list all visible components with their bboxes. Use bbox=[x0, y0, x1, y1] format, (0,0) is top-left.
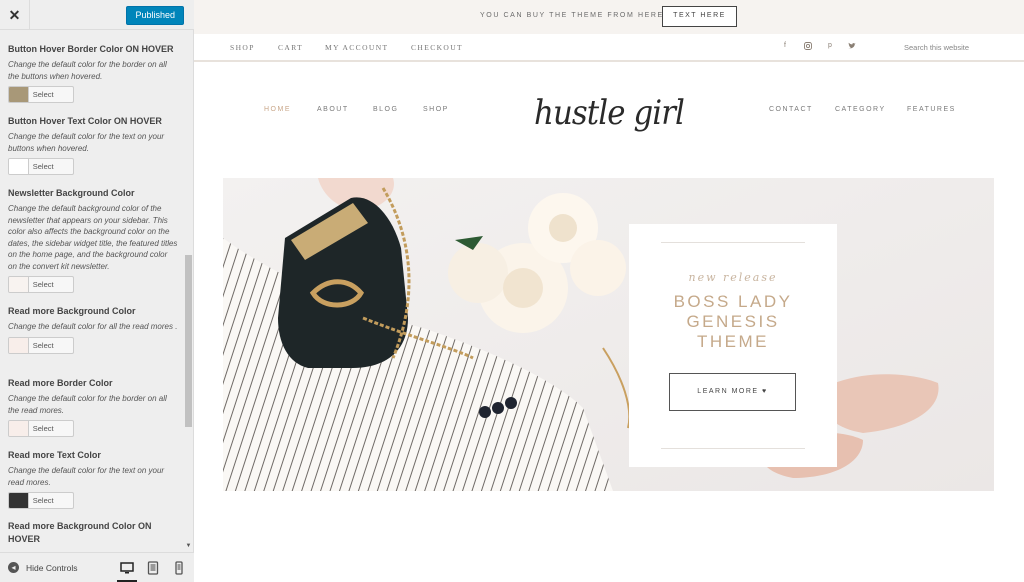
settings-panel[interactable]: Button Hover Border Color ON HOVER Chang… bbox=[0, 31, 184, 551]
mobile-icon[interactable] bbox=[172, 561, 186, 575]
color-picker-button[interactable]: Select Color bbox=[8, 420, 74, 437]
header-divider bbox=[194, 61, 1024, 62]
setting-title: Read more Background Color bbox=[8, 306, 136, 316]
setting-read-more-border-color: Read more Border Color Change the defaul… bbox=[8, 377, 178, 437]
mainnav-item-shop[interactable]: SHOP bbox=[423, 106, 449, 113]
promo-divider-bottom bbox=[661, 448, 805, 449]
promo-eyebrow: new release bbox=[688, 271, 778, 284]
mainnav-item-category[interactable]: CATEGORY bbox=[835, 106, 886, 113]
pinterest-icon[interactable]: p bbox=[825, 42, 835, 52]
setting-description: Change the default color for the text on… bbox=[8, 466, 165, 487]
topnav-item-my-account[interactable]: MY ACCOUNT bbox=[325, 43, 389, 52]
mainnav-item-home[interactable]: HOME bbox=[264, 106, 291, 113]
customizer-sidebar: ✕ Published Button Hover Border Color ON… bbox=[0, 0, 194, 582]
setting-description: Change the default background color of t… bbox=[8, 204, 178, 271]
setting-read-more-background-color-hover: Read more Background Color ON HOVER bbox=[8, 520, 178, 546]
promo-title: BOSS LADY GENESIS THEME bbox=[629, 292, 837, 352]
color-picker-button[interactable]: Select Color bbox=[8, 158, 74, 175]
top-navigation: SHOP CART MY ACCOUNT CHECKOUT f p Search… bbox=[194, 34, 1024, 61]
announcement-button[interactable]: TEXT HERE bbox=[662, 6, 737, 27]
color-picker-button[interactable]: Select Color bbox=[8, 86, 74, 103]
site-preview: YOU CAN BUY THE THEME FROM HERE → TEXT H… bbox=[194, 0, 1024, 582]
color-swatch[interactable] bbox=[9, 277, 29, 292]
setting-title: Button Hover Border Color ON HOVER bbox=[8, 44, 174, 54]
color-swatch[interactable] bbox=[9, 87, 29, 102]
setting-title: Newsletter Background Color bbox=[8, 188, 135, 198]
logo-text: hustle girl bbox=[534, 93, 684, 133]
mainnav-item-contact[interactable]: CONTACT bbox=[769, 106, 813, 113]
select-color-label[interactable]: Select Color bbox=[29, 421, 73, 436]
setting-description: Change the default color for the border … bbox=[8, 60, 167, 81]
announcement-text: YOU CAN BUY THE THEME FROM HERE → bbox=[480, 12, 676, 19]
color-picker-button[interactable]: Select Color bbox=[8, 276, 74, 293]
mainnav-item-features[interactable]: FEATURES bbox=[907, 106, 956, 113]
collapse-arrow-icon: ◂ bbox=[8, 562, 19, 573]
setting-description: Change the default color for the border … bbox=[8, 394, 167, 415]
select-color-label[interactable]: Select Color bbox=[29, 159, 73, 174]
color-swatch[interactable] bbox=[9, 493, 29, 508]
select-color-label[interactable]: Select Color bbox=[29, 87, 73, 102]
hero-image bbox=[223, 178, 994, 491]
select-color-label[interactable]: Select Color bbox=[29, 277, 73, 292]
hero-banner: new release BOSS LADY GENESIS THEME LEAR… bbox=[223, 178, 994, 491]
setting-title: Read more Border Color bbox=[8, 378, 113, 388]
search-input[interactable]: Search this website bbox=[904, 43, 969, 52]
color-swatch[interactable] bbox=[9, 421, 29, 436]
learn-more-button[interactable]: LEARN MORE ♥ bbox=[669, 373, 796, 411]
close-icon[interactable]: ✕ bbox=[0, 0, 30, 30]
topnav-item-checkout[interactable]: CHECKOUT bbox=[411, 43, 463, 52]
hide-controls-label: Hide Controls bbox=[26, 562, 78, 573]
twitter-icon[interactable] bbox=[847, 42, 857, 52]
setting-title: Button Hover Text Color ON HOVER bbox=[8, 116, 162, 126]
promo-card: new release BOSS LADY GENESIS THEME LEAR… bbox=[629, 224, 837, 467]
setting-button-hover-text-color: Button Hover Text Color ON HOVER Change … bbox=[8, 115, 178, 175]
setting-title: Read more Text Color bbox=[8, 450, 101, 460]
sidebar-header: ✕ Published bbox=[0, 0, 194, 30]
setting-button-hover-border-color: Button Hover Border Color ON HOVER Chang… bbox=[8, 43, 178, 103]
setting-description: Change the default color for the text on… bbox=[8, 132, 165, 153]
mainnav-item-about[interactable]: ABOUT bbox=[317, 106, 349, 113]
promo-title-line: GENESIS bbox=[686, 312, 780, 331]
mainnav-item-blog[interactable]: BLOG bbox=[373, 106, 398, 113]
topnav-item-cart[interactable]: CART bbox=[278, 43, 303, 52]
select-color-label[interactable]: Select Color bbox=[29, 338, 73, 353]
topnav-item-shop[interactable]: SHOP bbox=[230, 43, 255, 52]
color-picker-button[interactable]: Select Color bbox=[8, 336, 74, 354]
sidebar-scrollbar-thumb[interactable] bbox=[185, 255, 192, 427]
color-picker-button[interactable]: Select Color bbox=[8, 492, 74, 509]
setting-read-more-text-color: Read more Text Color Change the default … bbox=[8, 449, 178, 509]
setting-title: Read more Background Color ON HOVER bbox=[8, 521, 152, 544]
promo-title-line: BOSS LADY bbox=[673, 292, 793, 311]
select-color-label[interactable]: Select Color bbox=[29, 493, 73, 508]
hide-controls-button[interactable]: ◂ Hide Controls bbox=[8, 562, 78, 573]
promo-title-line: THEME bbox=[697, 332, 769, 351]
color-swatch[interactable] bbox=[9, 337, 29, 353]
setting-newsletter-background-color: Newsletter Background Color Change the d… bbox=[8, 187, 178, 293]
scroll-down-arrow-icon[interactable]: ▼ bbox=[185, 543, 192, 549]
facebook-icon[interactable]: f bbox=[780, 42, 790, 52]
sidebar-footer: ◂ Hide Controls bbox=[0, 552, 194, 582]
desktop-icon[interactable] bbox=[117, 561, 137, 582]
instagram-icon[interactable] bbox=[803, 42, 813, 52]
site-logo[interactable]: hustle girl bbox=[530, 82, 690, 160]
tablet-icon[interactable] bbox=[146, 561, 160, 575]
announcement-bar: YOU CAN BUY THE THEME FROM HERE → TEXT H… bbox=[194, 0, 1024, 34]
color-swatch[interactable] bbox=[9, 159, 29, 174]
promo-divider-top bbox=[661, 242, 805, 243]
setting-read-more-background-color: Read more Background Color Change the de… bbox=[8, 305, 178, 354]
published-button[interactable]: Published bbox=[126, 6, 184, 25]
setting-description: Change the default color for all the rea… bbox=[8, 322, 178, 331]
